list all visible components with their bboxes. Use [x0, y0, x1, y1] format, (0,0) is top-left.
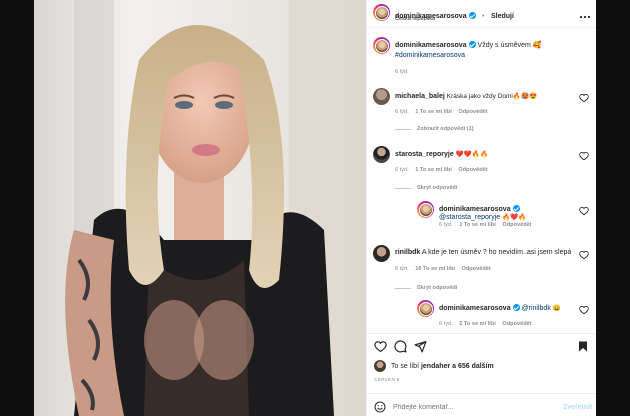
liked-by: To se líbí jendaher a 656 dalším	[391, 363, 494, 370]
separator: •	[482, 13, 485, 20]
reply-mention[interactable]: @rinilbdk	[522, 305, 551, 312]
comment-time[interactable]: 6 týd.	[395, 266, 409, 272]
comment-text: Kráska jako vždy Domi🔥🥵😍	[446, 93, 538, 100]
like-comment-heart-icon[interactable]	[579, 206, 589, 216]
hide-replies-button[interactable]: Skrýt odpovědi	[417, 285, 457, 291]
reply-1: dominikamesarosova @starosta_reporyje 🔥❤…	[439, 205, 579, 221]
verified-icon	[512, 205, 520, 212]
reply-meta: 6 týd. 1 To se mi líbí Odpovědět	[439, 222, 532, 228]
comment-1: michaela_balej Kráska jako vždy Domi🔥🥵😍	[395, 92, 573, 100]
reply-button[interactable]: Odpovědět	[502, 321, 531, 327]
post-sidebar: dominikamesarosova • Sledují Česká repub…	[366, 0, 596, 416]
view-replies-button[interactable]: Zobrazit odpovědi (1)	[417, 126, 474, 132]
comment-text: A kde je ten úsměv ? ho nevidím..asi jse…	[421, 249, 572, 256]
bookmark-icon[interactable]	[577, 340, 589, 353]
comment-likes[interactable]: 16 To se mi líbí	[415, 266, 455, 272]
verified-icon	[512, 304, 520, 311]
reply-2: dominikamesarosova @rinilbdk 😄	[439, 304, 579, 312]
like-comment-heart-icon[interactable]	[579, 151, 589, 161]
comment-icon[interactable]	[394, 340, 407, 353]
liked-by-others[interactable]: a 656 dalším	[452, 363, 494, 370]
actions-divider	[367, 333, 596, 334]
comment-avatar[interactable]	[373, 146, 390, 163]
liked-by-user[interactable]: jendaher	[421, 363, 450, 370]
verified-icon	[468, 41, 476, 48]
replies-line	[395, 129, 411, 130]
replies-line	[395, 288, 411, 289]
comment-box-divider	[367, 393, 596, 394]
liked-by-prefix: To se líbí	[391, 363, 420, 370]
comment-avatar[interactable]	[373, 245, 390, 262]
caption-avatar[interactable]	[373, 37, 390, 54]
reply-meta: 6 týd. 2 To se mi líbí Odpovědět	[439, 321, 532, 327]
comment-avatar[interactable]	[373, 88, 390, 105]
caption: dominikamesarosova Vždy s úsměvem 🥰 #dom…	[395, 41, 590, 61]
comment-meta: 6 týd. 1 To se mi líbí Odpovědět	[395, 167, 488, 173]
comment-time[interactable]: 6 týd.	[395, 109, 409, 115]
comment-likes[interactable]: 1 To se mi líbí	[415, 109, 452, 115]
heart-icon[interactable]	[374, 340, 387, 353]
caption-username[interactable]: dominikamesarosova	[395, 42, 467, 49]
reply-username[interactable]: dominikamesarosova	[439, 206, 511, 213]
like-comment-heart-icon[interactable]	[579, 250, 589, 260]
post-dialog: dominikamesarosova • Sledují Česká repub…	[34, 0, 596, 416]
comment-time[interactable]: 6 týd.	[395, 167, 409, 173]
reply-button[interactable]: Odpovědět	[462, 266, 491, 272]
comment-likes[interactable]: 1 To se mi líbí	[415, 167, 452, 173]
verified-icon	[468, 12, 476, 19]
reply-likes[interactable]: 1 To se mi líbí	[459, 222, 496, 228]
reply-mention[interactable]: @starosta_reporyje	[439, 214, 500, 221]
header-location[interactable]: Česká republika	[395, 16, 435, 22]
comment-username[interactable]: starosta_reporyje	[395, 151, 454, 158]
comment-meta: 6 týd. 16 To se mi líbí Odpovědět	[395, 266, 491, 272]
reply-button[interactable]: Odpovědět	[458, 167, 487, 173]
reply-text: 🔥❤️🔥	[500, 214, 527, 221]
replies-line	[395, 188, 411, 189]
comment-username[interactable]: rinilbdk	[395, 249, 420, 256]
reply-button[interactable]: Odpovědět	[502, 222, 531, 228]
reply-username[interactable]: dominikamesarosova	[439, 305, 511, 312]
comment-3: rinilbdk A kde je ten úsměv ? ho nevidím…	[395, 249, 575, 256]
header-avatar[interactable]	[373, 4, 390, 21]
like-comment-heart-icon[interactable]	[579, 93, 589, 103]
caption-text: Vždy s úsměvem 🥰	[477, 42, 542, 49]
post-image[interactable]	[34, 0, 366, 416]
caption-time[interactable]: 6 týd.	[395, 69, 409, 75]
share-icon[interactable]	[414, 340, 427, 353]
reply-likes[interactable]: 2 To se mi líbí	[459, 321, 496, 327]
smiley-icon[interactable]	[374, 401, 386, 413]
post-comment-button[interactable]: Zveřejnit	[563, 404, 592, 411]
comment-2: starosta_reporyje ❤️❤️🔥🔥	[395, 150, 573, 158]
comment-username[interactable]: michaela_balej	[395, 93, 445, 100]
liked-by-avatar[interactable]	[374, 360, 386, 372]
hide-replies-button[interactable]: Skrýt odpovědi	[417, 185, 457, 191]
reply-button[interactable]: Odpovědět	[458, 109, 487, 115]
portrait-photo	[34, 0, 366, 416]
comment-text: ❤️❤️🔥🔥	[455, 151, 489, 158]
more-dots-icon[interactable]	[579, 7, 591, 19]
header-divider	[367, 27, 596, 28]
follow-button[interactable]: Sledují	[491, 13, 514, 20]
comment-meta: 6 týd. 1 To se mi líbí Odpovědět	[395, 109, 488, 115]
caption-hashtag[interactable]: #dominikamesarosova	[395, 52, 465, 59]
reply-text: 😄	[550, 305, 561, 312]
comment-input[interactable]	[393, 399, 553, 415]
reply-time[interactable]: 6 týd.	[439, 321, 453, 327]
like-comment-heart-icon[interactable]	[579, 305, 589, 315]
reply-avatar[interactable]	[417, 300, 434, 317]
post-date[interactable]: ČERVEN 8	[374, 378, 400, 383]
reply-avatar[interactable]	[417, 201, 434, 218]
reply-time[interactable]: 6 týd.	[439, 222, 453, 228]
